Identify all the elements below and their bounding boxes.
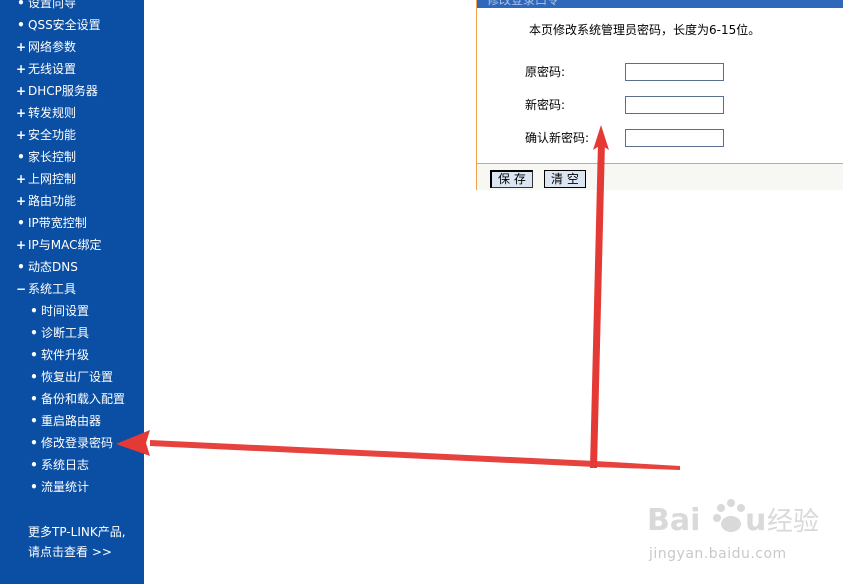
arrow-shaft-left <box>150 440 680 470</box>
svg-text:Bai: Bai <box>647 503 700 538</box>
arrow-head-left-icon <box>116 430 150 456</box>
svg-text:u: u <box>745 503 766 538</box>
baidu-logo-icon: Bai u 经验 <box>647 499 819 538</box>
watermark-url: jingyan.baidu.com <box>649 546 787 562</box>
arrow-shaft-up <box>590 142 605 468</box>
svg-text:经验: 经验 <box>767 507 819 537</box>
baidu-jingyan-watermark: Bai u 经验 jingyan.baidu.com <box>645 490 835 570</box>
